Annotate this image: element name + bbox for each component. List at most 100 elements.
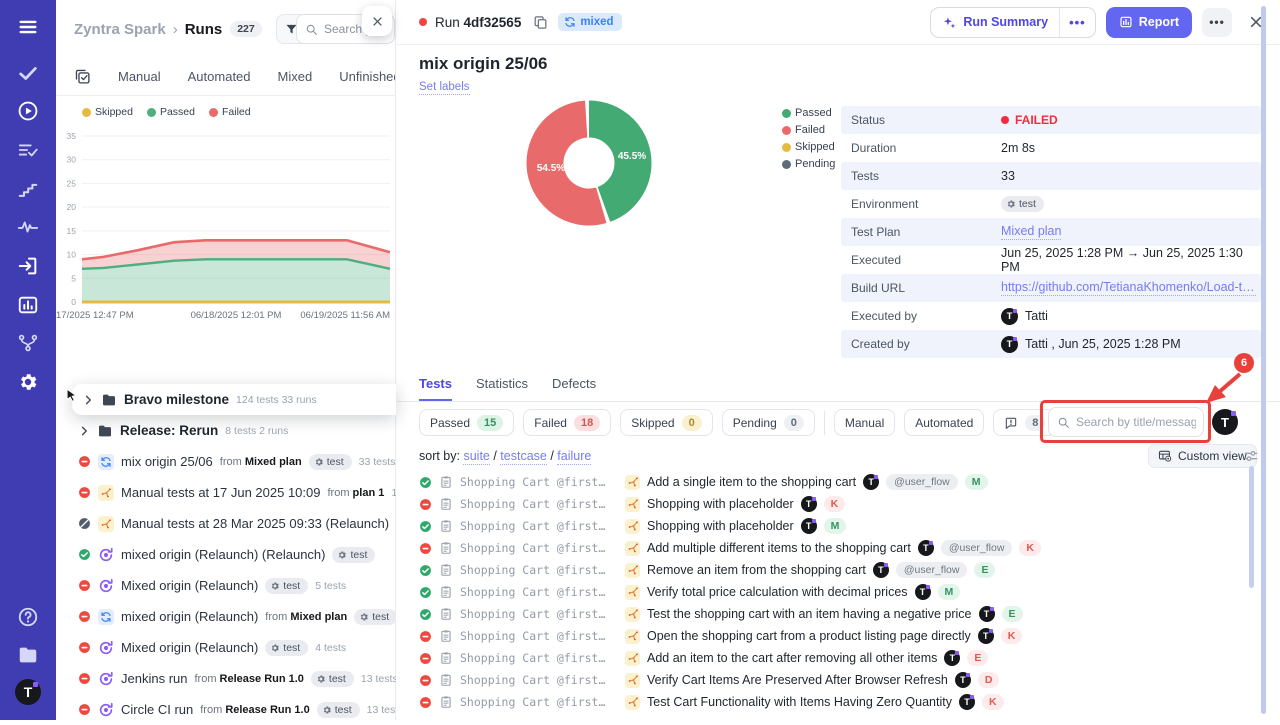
run-type-badge[interactable]: mixed: [558, 13, 621, 31]
more-actions-button[interactable]: •••: [1202, 8, 1232, 37]
test-row[interactable]: Shopping Cart @first…Shopping with place…: [419, 493, 1259, 515]
tests-list-scrollbar[interactable]: [1249, 466, 1254, 588]
manual-test-icon: [625, 673, 640, 688]
run-from-plan: from Release Run 1.0: [200, 704, 309, 716]
integrations-icon[interactable]: [17, 332, 39, 354]
panel-tab-automated[interactable]: Automated: [188, 69, 251, 84]
run-row[interactable]: mix origin 25/06from Mixed plantest33 te…: [56, 446, 396, 477]
test-row[interactable]: Shopping Cart @first…Shopping with place…: [419, 515, 1259, 537]
detail-label: Executed: [851, 253, 1001, 267]
sort-link-testcase[interactable]: testcase: [500, 449, 547, 465]
view-options-icon[interactable]: [1243, 448, 1259, 464]
detail-link[interactable]: https://github.com/TetianaKhomenko/Load-…: [1001, 280, 1256, 296]
panel-tab-mixed[interactable]: Mixed: [278, 69, 313, 84]
environment-badge: test: [354, 609, 396, 625]
test-runs-icon[interactable]: [17, 100, 39, 122]
run-row[interactable]: Mixed origin (Relaunch)test4 tests: [56, 632, 396, 663]
breadcrumb-workspace[interactable]: Zyntra Spark: [74, 21, 166, 38]
passed-status-icon: [419, 608, 432, 621]
run-folder-row[interactable]: Release: Rerun8 tests 2 runs: [56, 415, 396, 446]
tests-search-input[interactable]: [1076, 415, 1196, 429]
test-row[interactable]: Shopping Cart @first…Test Cart Functiona…: [419, 691, 1259, 713]
detail-tabs: Tests Statistics Defects: [419, 376, 596, 402]
svg-text:45.5%: 45.5%: [618, 151, 646, 162]
detail-row-build-url: Build URLhttps://github.com/TetianaKhome…: [841, 274, 1261, 302]
run-folder-row[interactable]: Bravo milestone124 tests 33 runs: [72, 384, 396, 415]
test-row[interactable]: Shopping Cart @first…Add an item to the …: [419, 647, 1259, 669]
test-title: Verify total price calculation with deci…: [647, 585, 908, 599]
run-row-title: Jenkins run: [121, 671, 187, 686]
detail-row-tests: Tests33: [841, 162, 1261, 190]
avatar: T: [915, 584, 931, 600]
detail-link[interactable]: Mixed plan: [1001, 224, 1061, 240]
runs-list: Bravo milestone124 tests 33 runsRelease:…: [56, 384, 396, 725]
trend-chart-legend: SkippedPassedFailed: [82, 106, 251, 118]
test-suite: Shopping Cart @first…: [460, 673, 618, 687]
avatar: T: [801, 518, 817, 534]
executor-avatar[interactable]: T: [1212, 409, 1238, 435]
run-row[interactable]: Manual tests at 28 Mar 2025 09:33 (Relau…: [56, 508, 396, 539]
tab-statistics[interactable]: Statistics: [476, 376, 528, 402]
copy-icon[interactable]: [533, 15, 548, 30]
detail-row-executed: ExecutedJun 25, 2025 1:28 PM → Jun 25, 2…: [841, 246, 1261, 274]
dashboards-icon[interactable]: [17, 294, 39, 316]
run-row[interactable]: Jenkins runfrom Release Run 1.0test13 te…: [56, 663, 396, 694]
filter-chip-manual[interactable]: Manual: [834, 409, 895, 436]
run-summary-more-button[interactable]: •••: [1060, 15, 1095, 30]
run-row[interactable]: Manual tests at 17 Jun 2025 10:09from pl…: [56, 477, 396, 508]
launches-icon[interactable]: [17, 255, 39, 277]
sort-link-suite[interactable]: suite: [463, 449, 489, 465]
menu-icon[interactable]: [17, 16, 39, 38]
help-icon[interactable]: [17, 606, 39, 628]
tab-defects[interactable]: Defects: [552, 376, 596, 402]
panel-tab-unfinished[interactable]: Unfinished: [339, 69, 395, 84]
filter-chip-skipped[interactable]: Skipped0: [620, 409, 713, 436]
settings-icon[interactable]: [17, 371, 39, 393]
run-row[interactable]: mixed origin (Relaunch)from Mixed plante…: [56, 601, 396, 632]
test-row[interactable]: Shopping Cart @first…Open the shopping c…: [419, 625, 1259, 647]
test-row[interactable]: Shopping Cart @first…Verify Cart Items A…: [419, 669, 1259, 691]
run-row-title: Manual tests at 17 Jun 2025 10:09: [121, 485, 320, 500]
test-plans-icon[interactable]: [17, 139, 39, 161]
tab-tests[interactable]: Tests: [419, 376, 452, 402]
legend-label: Pending: [795, 158, 835, 170]
projects-icon[interactable]: [17, 644, 39, 666]
tests-search[interactable]: [1048, 407, 1204, 437]
legend-label: Skipped: [95, 106, 133, 118]
milestone-badge: M: [965, 474, 988, 490]
test-row[interactable]: Shopping Cart @first…Verify total price …: [419, 581, 1259, 603]
test-row[interactable]: Shopping Cart @first…Add a single item t…: [419, 471, 1259, 493]
sort-link-failure[interactable]: failure: [557, 449, 591, 465]
user-avatar[interactable]: T: [15, 679, 41, 705]
legend-dot: [82, 108, 91, 117]
select-all-icon[interactable]: [74, 68, 91, 85]
filter-chip-failed[interactable]: Failed18: [523, 409, 611, 436]
filter-chip-automated[interactable]: Automated: [904, 409, 984, 436]
custom-view-button[interactable]: Custom view: [1148, 444, 1257, 468]
run-row[interactable]: Mixed origin (Relaunch)test5 tests: [56, 570, 396, 601]
filter-chip-comments[interactable]: 8: [993, 409, 1056, 436]
chip-label: Manual: [845, 416, 884, 430]
chip-count: 0: [682, 415, 702, 431]
panel-tab-manual[interactable]: Manual: [118, 69, 161, 84]
report-button[interactable]: Report: [1106, 7, 1192, 38]
run-row[interactable]: Circle CI runfrom Release Run 1.0test13 …: [56, 694, 396, 725]
run-folder-title: Release: Rerun: [120, 423, 218, 438]
milestones-icon[interactable]: [17, 178, 39, 200]
detail-value: Mixed plan: [1001, 224, 1061, 240]
activity-icon[interactable]: [17, 216, 39, 238]
test-row[interactable]: Shopping Cart @first…Add multiple differ…: [419, 537, 1259, 559]
run-row[interactable]: mixed origin (Relaunch) (Relaunch)test: [56, 539, 396, 570]
detail-label: Status: [851, 113, 1001, 127]
gear-icon: [314, 457, 324, 467]
donut-legend-skipped: Skipped: [782, 141, 835, 153]
test-cases-icon[interactable]: [17, 62, 39, 84]
set-labels-link[interactable]: Set labels: [419, 81, 470, 95]
test-row[interactable]: Shopping Cart @first…Test the shopping c…: [419, 603, 1259, 625]
run-summary-button[interactable]: Run Summary •••: [930, 7, 1095, 38]
panel-close-button[interactable]: [362, 6, 392, 36]
filter-chip-passed[interactable]: Passed15: [419, 409, 514, 436]
page-scrollbar[interactable]: [1261, 6, 1266, 714]
filter-chip-pending[interactable]: Pending0: [722, 409, 815, 436]
test-row[interactable]: Shopping Cart @first…Remove an item from…: [419, 559, 1259, 581]
